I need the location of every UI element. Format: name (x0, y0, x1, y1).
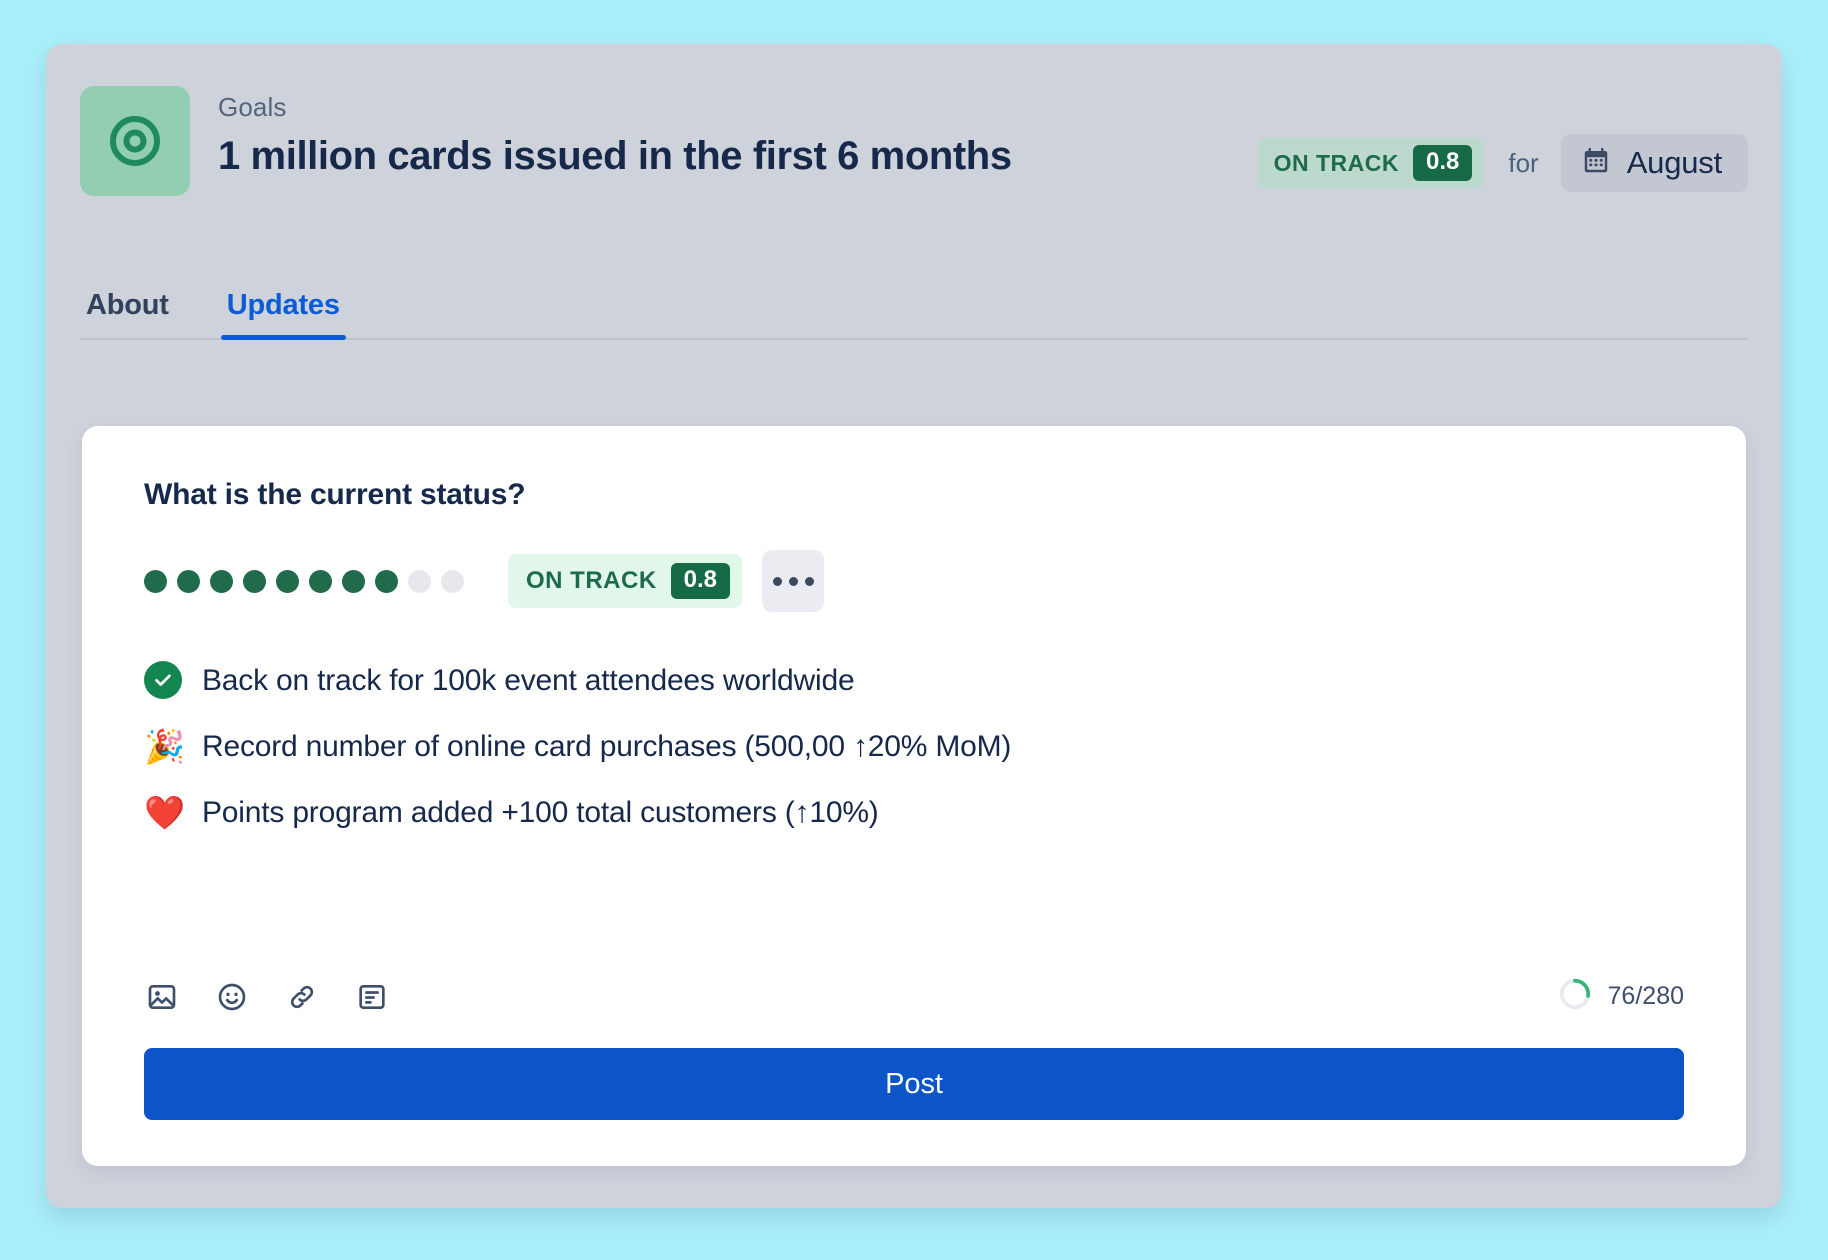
score-dot[interactable] (177, 569, 200, 593)
check-circle-icon (144, 661, 190, 699)
goal-panel: Goals 1 million cards issued in the firs… (46, 44, 1782, 1208)
more-dot (772, 576, 782, 586)
update-composer-card: What is the current status? ON TRACK 0.8 (82, 426, 1746, 1166)
tab-about[interactable]: About (80, 289, 175, 338)
more-dot (804, 576, 814, 586)
tab-updates[interactable]: Updates (220, 289, 346, 340)
emoji-icon[interactable] (214, 979, 250, 1015)
goal-header: Goals 1 million cards issued in the firs… (80, 86, 1748, 206)
update-bullet-list: Back on track for 100k event attendees w… (144, 654, 1684, 838)
character-counter: 76/280 (1558, 977, 1684, 1016)
score-dot[interactable] (144, 569, 167, 593)
link-icon[interactable] (284, 979, 320, 1015)
party-popper-icon: 🎉 (144, 727, 186, 765)
status-badge-score: 0.8 (1412, 145, 1473, 181)
list-item-text: Record number of online card purchases (… (202, 729, 1012, 763)
tab-bar: About Updates (80, 266, 1748, 340)
score-dot[interactable] (375, 569, 398, 593)
list-item: ❤️ Points program added +100 total custo… (144, 786, 1684, 838)
score-dot[interactable] (276, 569, 299, 593)
image-icon[interactable] (144, 979, 180, 1015)
target-icon (80, 86, 190, 196)
score-dot[interactable] (210, 569, 233, 593)
composer-status-label: ON TRACK (526, 567, 657, 594)
heart-icon: ❤️ (144, 793, 186, 831)
composer-status-badge[interactable]: ON TRACK 0.8 (508, 554, 743, 608)
period-month-label: August (1626, 145, 1723, 180)
composer-status-score: 0.8 (670, 563, 731, 599)
calendar-icon (1581, 146, 1611, 181)
score-dots[interactable] (144, 569, 464, 593)
post-button[interactable]: Post (144, 1048, 1684, 1120)
list-item-text: Points program added +100 total customer… (202, 795, 879, 829)
page-title: 1 million cards issued in the first 6 mo… (218, 134, 1012, 179)
score-dot[interactable] (243, 569, 266, 593)
list-item-text: Back on track for 100k event attendees w… (202, 663, 855, 697)
breadcrumb: Goals (218, 92, 287, 122)
header-status-area: ON TRACK 0.8 for August (1257, 86, 1748, 192)
status-badge[interactable]: ON TRACK 0.8 (1257, 138, 1485, 188)
composer-title: What is the current status? (144, 478, 526, 511)
goal-header-text: Goals 1 million cards issued in the firs… (218, 86, 1258, 180)
composer-toolbar: 76/280 (144, 977, 1684, 1016)
more-dot (788, 576, 798, 586)
list-item: Back on track for 100k event attendees w… (144, 654, 1684, 706)
for-label: for (1508, 147, 1539, 178)
score-dot[interactable] (441, 569, 464, 593)
score-dot[interactable] (342, 569, 365, 593)
list-item: 🎉 Record number of online card purchases… (144, 720, 1684, 772)
more-options-icon[interactable] (762, 550, 825, 612)
status-selector-row: ON TRACK 0.8 (144, 550, 1684, 612)
score-dot[interactable] (408, 569, 431, 593)
period-selector[interactable]: August (1560, 134, 1748, 192)
status-badge-label: ON TRACK (1273, 149, 1399, 176)
score-dot[interactable] (309, 569, 332, 593)
composer-tool-icons (144, 979, 390, 1015)
character-counter-text: 76/280 (1607, 982, 1684, 1010)
note-icon[interactable] (354, 979, 390, 1015)
progress-ring-icon (1558, 977, 1592, 1016)
